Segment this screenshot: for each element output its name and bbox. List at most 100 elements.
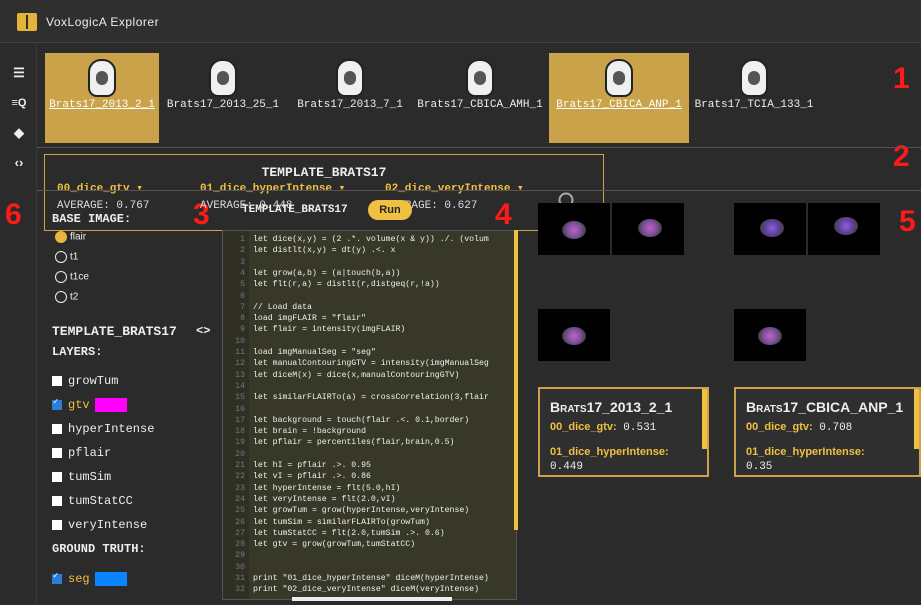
- code-line[interactable]: 24 let veryIntense = flt(2.0,vI): [223, 495, 516, 504]
- code-line[interactable]: 20: [223, 449, 516, 459]
- line-number: 13: [235, 370, 245, 380]
- radio-label: t2: [70, 291, 79, 303]
- code-line[interactable]: 22 let vI = pflair .>. 0.86: [223, 472, 516, 482]
- layer-gtv[interactable]: gtv: [52, 397, 127, 412]
- radio-t1[interactable]: t1: [55, 251, 78, 263]
- code-line[interactable]: 11 load imgManualSeg = "seg": [223, 348, 516, 357]
- result-card[interactable]: Brats17_CBICA_ANP_1 00_dice_gtv: 0.708 0…: [734, 387, 921, 477]
- brain-scan-icon: [605, 59, 633, 97]
- line-number: 31: [235, 574, 245, 583]
- layers-icon[interactable]: ◆: [9, 125, 29, 141]
- code-toggle-icon[interactable]: <>: [196, 324, 210, 338]
- segmentation-views[interactable]: [538, 203, 684, 363]
- case-thumb[interactable]: Brats17_2013_7_1: [289, 53, 411, 143]
- checkbox-checked-icon: [52, 397, 62, 410]
- segmentation-views[interactable]: [734, 203, 880, 363]
- chevron-down-icon: ▾: [338, 183, 346, 195]
- line-number: 4: [240, 268, 245, 278]
- case-thumb[interactable]: Brats17_2013_2_1: [45, 53, 159, 143]
- code-line[interactable]: 12 let manualContouringGTV = intensity(im…: [223, 359, 516, 368]
- layer-tumSim[interactable]: tumSim: [52, 470, 111, 484]
- case-thumb[interactable]: Brats17_2013_25_1: [159, 53, 287, 143]
- radio-flair[interactable]: flair: [55, 231, 86, 243]
- case-thumb[interactable]: Brats17_TCIA_133_1: [689, 53, 819, 143]
- code-line[interactable]: 7 // Load data: [223, 302, 516, 312]
- code-area[interactable]: 1 let dice(x,y) = (2 .*. volume(x & y)) .…: [222, 230, 517, 600]
- layer-hyperIntense[interactable]: hyperIntense: [52, 422, 154, 436]
- brain-scan-icon: [336, 59, 364, 97]
- horizontal-scrollbar[interactable]: [292, 597, 452, 601]
- line-number: 27: [235, 528, 245, 538]
- title-bar: VoxLogicA Explorer: [0, 0, 921, 43]
- radio-t1ce[interactable]: t1ce: [55, 271, 89, 283]
- case-thumb[interactable]: Brats17_CBICA_ANP_1: [549, 53, 689, 143]
- case-thumb[interactable]: Brats17_CBICA_AMH_1: [411, 53, 549, 143]
- code-line[interactable]: 6: [223, 292, 516, 301]
- code-line[interactable]: 16: [223, 405, 516, 414]
- code-line[interactable]: 5 let flt(r,a) = distlt(r,distgeq(r,!a)): [223, 280, 516, 289]
- code-line[interactable]: 21 let hI = pflair .>. 0.95: [223, 461, 516, 470]
- layer-seg[interactable]: seg: [52, 571, 127, 586]
- run-button[interactable]: Run: [368, 200, 412, 220]
- layer-growTum[interactable]: growTum: [52, 374, 118, 388]
- result-card[interactable]: Brats17_2013_2_1 00_dice_gtv: 0.531 01_d…: [538, 387, 709, 477]
- line-number: 23: [235, 483, 245, 493]
- code-line[interactable]: 2 let distlt(x,y) = dt(y) .<. x: [223, 246, 516, 256]
- vertical-scrollbar[interactable]: [514, 230, 518, 530]
- code-line[interactable]: 28 let gtv = grow(growTum,tumStatCC): [223, 540, 516, 550]
- code-line[interactable]: 9 let flair = intensity(imgFLAIR): [223, 325, 516, 335]
- line-number: 20: [235, 449, 245, 459]
- metric-name: 02_dice_veryIntense: [385, 183, 511, 195]
- code-line[interactable]: 19 let pflair = percentiles(flair,brain,0…: [223, 438, 516, 447]
- sagittal-view: [538, 309, 610, 361]
- code-line[interactable]: 8 load imgFLAIR = "flair": [223, 314, 516, 323]
- line-number: 28: [235, 540, 245, 550]
- code-line[interactable]: 13 let diceM(x) = dice(x,manualContouring…: [223, 370, 516, 380]
- code-line[interactable]: 3: [223, 257, 516, 267]
- card-scrollbar[interactable]: [914, 389, 919, 449]
- color-swatch[interactable]: [94, 398, 127, 412]
- code-line[interactable]: 25 let growTum = grow(hyperIntense,veryIn…: [223, 506, 516, 515]
- line-number: 9: [240, 325, 245, 335]
- code-line[interactable]: 15 let similarFLAIRTo(a) = crossCorrelati…: [223, 393, 516, 402]
- card-scrollbar[interactable]: [702, 389, 707, 449]
- code-line[interactable]: 32 print "02_dice_veryIntense" diceM(very…: [223, 585, 516, 594]
- template-label: TEMPLATE_BRATS17: [52, 324, 177, 339]
- color-swatch[interactable]: [94, 572, 127, 586]
- case-label: Brats17_CBICA_AMH_1: [417, 99, 543, 111]
- code-line[interactable]: 10: [223, 337, 516, 346]
- line-number: 30: [235, 562, 245, 572]
- coronal-view: [808, 203, 880, 255]
- code-text: // Load data: [253, 302, 312, 312]
- line-number: 3: [240, 257, 245, 267]
- code-line[interactable]: 18 let brain = !background: [223, 427, 516, 436]
- radio-t2[interactable]: t2: [55, 291, 78, 303]
- layer-veryIntense[interactable]: veryIntense: [52, 518, 147, 532]
- line-number: 2: [240, 246, 245, 256]
- code-line[interactable]: 27 let tumStatCC = flt(2.0,tumSim .>. 0.6…: [223, 528, 516, 538]
- code-line[interactable]: 26 let tumSim = similarFLAIRTo(growTum): [223, 518, 516, 527]
- query-list-icon[interactable]: ≡Q: [9, 95, 29, 111]
- code-icon[interactable]: ‹›: [9, 155, 29, 171]
- code-line[interactable]: 14: [223, 382, 516, 391]
- checkbox-icon: [52, 495, 62, 506]
- line-number: 22: [235, 472, 245, 482]
- code-line[interactable]: 29: [223, 551, 516, 560]
- layers-heading: LAYERS:: [52, 345, 103, 359]
- radio-selected-icon: [55, 231, 67, 243]
- code-line[interactable]: 1 let dice(x,y) = (2 .*. volume(x & y)) .…: [223, 235, 516, 244]
- code-line[interactable]: 17 let background = touch(flair .<. 0.1,b…: [223, 416, 516, 425]
- metric-value: 0.35: [746, 461, 773, 473]
- case-label: Brats17_2013_25_1: [166, 99, 280, 111]
- overlay-blob: [758, 327, 782, 345]
- code-line[interactable]: 23 let hyperIntense = flt(5.0,hI): [223, 483, 516, 493]
- metric-label: 00_dice_gtv:: [550, 421, 617, 433]
- code-line[interactable]: 4 let grow(a,b) = (a|touch(b,a)): [223, 268, 516, 278]
- code-text: let hyperIntense = flt(5.0,hI): [253, 483, 401, 493]
- layer-tumStatCC[interactable]: tumStatCC: [52, 494, 133, 508]
- code-line[interactable]: 31 print "01_dice_hyperIntense" diceM(hyp…: [223, 574, 516, 583]
- case-label: Brats17_CBICA_ANP_1: [556, 99, 682, 111]
- menu-icon[interactable]: ☰: [9, 65, 29, 81]
- code-line[interactable]: 30: [223, 562, 516, 572]
- layer-pflair[interactable]: pflair: [52, 446, 111, 460]
